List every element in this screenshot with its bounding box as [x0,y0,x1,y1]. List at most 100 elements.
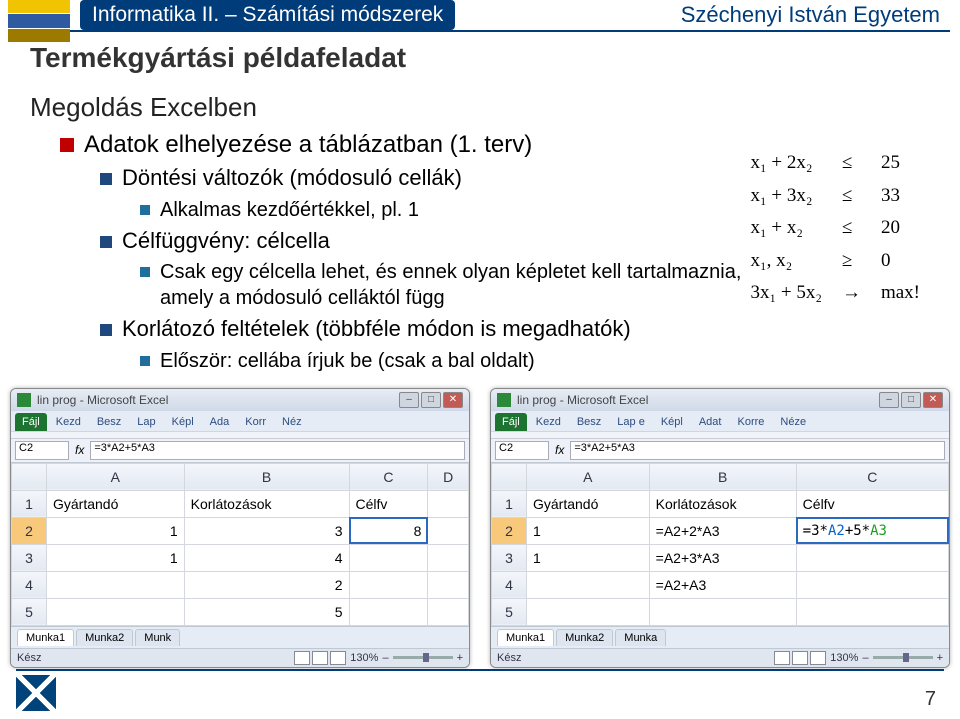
col-header-c[interactable]: C [349,463,428,490]
tab-review[interactable]: Korr [238,413,273,431]
col-header-b[interactable]: B [184,463,349,490]
zoom-slider[interactable] [393,656,453,659]
cell[interactable]: =A2+A3 [649,571,796,598]
col-header-b[interactable]: B [649,463,796,490]
row-header[interactable]: 5 [12,598,47,625]
cell[interactable]: 1 [527,544,650,571]
name-box[interactable]: C2 [15,441,69,460]
cell[interactable]: Célfv [796,490,948,517]
cell[interactable] [349,598,428,625]
fx-icon[interactable]: fx [555,443,564,457]
cell[interactable]: Korlátozások [184,490,349,517]
cell[interactable]: Korlátozások [649,490,796,517]
tab-file[interactable]: Fájl [15,413,47,431]
corner-cell[interactable] [492,463,527,490]
cell[interactable]: 2 [184,571,349,598]
active-cell-editing[interactable]: =3*A2+5*A3 [796,517,948,544]
cell[interactable]: 5 [184,598,349,625]
zoom-out-button[interactable]: – [382,652,388,664]
sheet-tab[interactable]: Munk [135,629,180,646]
row-header[interactable]: 5 [492,598,527,625]
tab-view[interactable]: Néze [773,413,813,431]
cell[interactable]: 1 [47,544,185,571]
row-header[interactable]: 1 [12,490,47,517]
tab-layout[interactable]: Lap e [610,413,652,431]
tab-insert[interactable]: Besz [570,413,608,431]
tab-file[interactable]: Fájl [495,413,527,431]
zoom-in-button[interactable]: + [457,652,463,664]
close-button[interactable]: ✕ [923,392,943,408]
sheet-tab[interactable]: Munka2 [76,629,133,646]
formula-input[interactable]: =3*A2+5*A3 [570,441,945,460]
active-cell[interactable]: 8 [349,517,428,544]
zoom-slider[interactable] [873,656,933,659]
zoom-level[interactable]: 130% [350,652,378,664]
close-button[interactable]: ✕ [443,392,463,408]
sheet-tab[interactable]: Munka1 [17,629,74,646]
cell[interactable] [527,571,650,598]
minimize-button[interactable]: – [879,392,899,408]
name-box[interactable]: C2 [495,441,549,460]
cell[interactable]: =A2+3*A3 [649,544,796,571]
row-header[interactable]: 2 [492,517,527,544]
cell[interactable] [796,571,948,598]
sheet-tab[interactable]: Munka2 [556,629,613,646]
tab-view[interactable]: Néz [275,413,309,431]
cell[interactable]: Gyártandó [527,490,650,517]
maximize-button[interactable]: □ [421,392,441,408]
cell[interactable] [428,544,469,571]
worksheet-grid[interactable]: A B C D 1 Gyártandó Korlátozások Célfv 2… [11,463,469,626]
row-header[interactable]: 3 [492,544,527,571]
view-mode-icons[interactable] [774,651,826,665]
cell[interactable] [428,571,469,598]
formula-input[interactable]: =3*A2+5*A3 [90,441,465,460]
tab-formulas[interactable]: Képl [654,413,690,431]
zoom-in-button[interactable]: + [937,652,943,664]
cell[interactable] [349,571,428,598]
minimize-button[interactable]: – [399,392,419,408]
row-header[interactable]: 4 [12,571,47,598]
tab-data[interactable]: Adat [692,413,729,431]
view-mode-icons[interactable] [294,651,346,665]
cell[interactable]: 3 [184,517,349,544]
col-header-a[interactable]: A [47,463,185,490]
row-header[interactable]: 2 [12,517,47,544]
maximize-button[interactable]: □ [901,392,921,408]
cell[interactable] [796,598,948,625]
tab-layout[interactable]: Lap [130,413,162,431]
zoom-out-button[interactable]: – [862,652,868,664]
cell[interactable] [47,598,185,625]
sheet-tab[interactable]: Munka1 [497,629,554,646]
cell[interactable]: Gyártandó [47,490,185,517]
tab-formulas[interactable]: Képl [165,413,201,431]
cell[interactable] [796,544,948,571]
fx-icon[interactable]: fx [75,443,84,457]
sheet-tab[interactable]: Munka [615,629,666,646]
cell[interactable]: =A2+2*A3 [649,517,796,544]
cell[interactable]: 1 [527,517,650,544]
cell[interactable] [428,598,469,625]
cell[interactable] [349,544,428,571]
cell[interactable] [527,598,650,625]
cell[interactable]: 1 [47,517,185,544]
tab-review[interactable]: Korre [730,413,771,431]
worksheet-grid[interactable]: A B C 1 Gyártandó Korlátozások Célfv 2 1… [491,463,949,626]
row-header[interactable]: 4 [492,571,527,598]
row-header[interactable]: 1 [492,490,527,517]
cell[interactable]: Célfv [349,490,428,517]
cell[interactable] [428,490,469,517]
row-header[interactable]: 3 [12,544,47,571]
tab-data[interactable]: Ada [203,413,237,431]
zoom-level[interactable]: 130% [830,652,858,664]
tab-home[interactable]: Kezd [49,413,88,431]
corner-cell[interactable] [12,463,47,490]
cell[interactable] [47,571,185,598]
tab-home[interactable]: Kezd [529,413,568,431]
cell[interactable]: 4 [184,544,349,571]
cell[interactable] [428,517,469,544]
tab-insert[interactable]: Besz [90,413,128,431]
cell[interactable] [649,598,796,625]
col-header-d[interactable]: D [428,463,469,490]
col-header-a[interactable]: A [527,463,650,490]
col-header-c[interactable]: C [796,463,948,490]
